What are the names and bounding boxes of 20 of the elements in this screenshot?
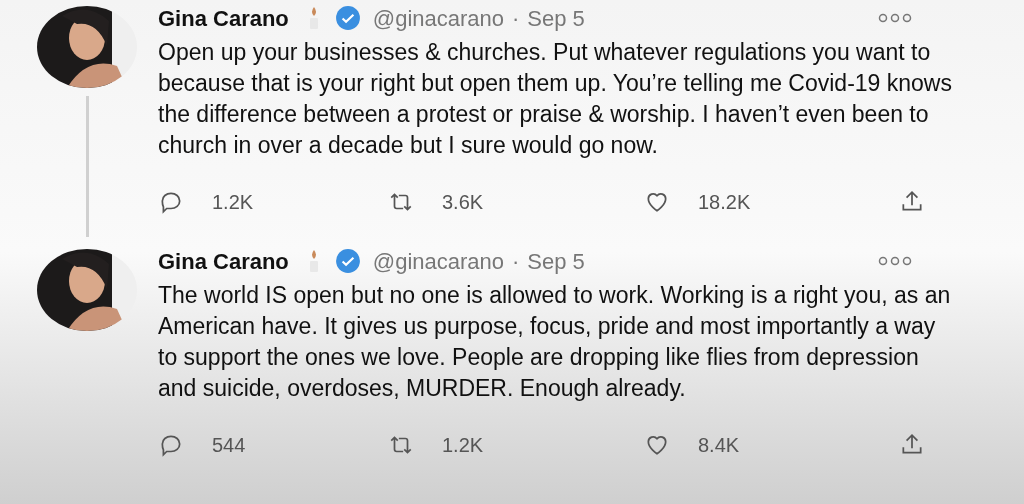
tweet-date: Sep 5 bbox=[527, 4, 585, 33]
action-count: 1.2K bbox=[442, 433, 484, 458]
tweet-text: Open up your businesses & churches. Put whatever regulations you want to because that is your right but open them up. You’re telling me Covid-19 knows the difference between a protest or praise & worship. I haven’t even been to church in over a decade but I sure would go now. bbox=[158, 38, 953, 160]
more-options-icon[interactable] bbox=[878, 256, 912, 266]
verified-badge-icon bbox=[334, 248, 361, 274]
action-count: 18.2K bbox=[698, 190, 751, 215]
action-count: 544 bbox=[212, 433, 246, 458]
action-count: 3.6K bbox=[442, 190, 484, 215]
display-name: Gina Carano bbox=[158, 4, 289, 33]
separator: · bbox=[512, 4, 520, 33]
user-handle[interactable]: @ginacarano bbox=[372, 1, 504, 35]
user-handle[interactable]: @ginacarano bbox=[372, 244, 504, 278]
verified-badge-icon bbox=[334, 5, 361, 31]
display-name: Gina Carano bbox=[158, 247, 289, 276]
tweet-date: Sep 5 bbox=[527, 247, 585, 276]
action-count: 8.4K bbox=[698, 433, 740, 458]
action-count: 1.2K bbox=[212, 190, 254, 215]
tweet-text: The world IS open but no one is allowed to work. Working is a right you, as an American have. It gives us purpose, focus, pride and most importantly a way to support the ones we love. People are dropping like flies from depression and suicide, overdoses, MURDER. Enough already. bbox=[158, 281, 952, 403]
more-options-icon[interactable] bbox=[878, 13, 912, 23]
separator: · bbox=[512, 247, 520, 276]
